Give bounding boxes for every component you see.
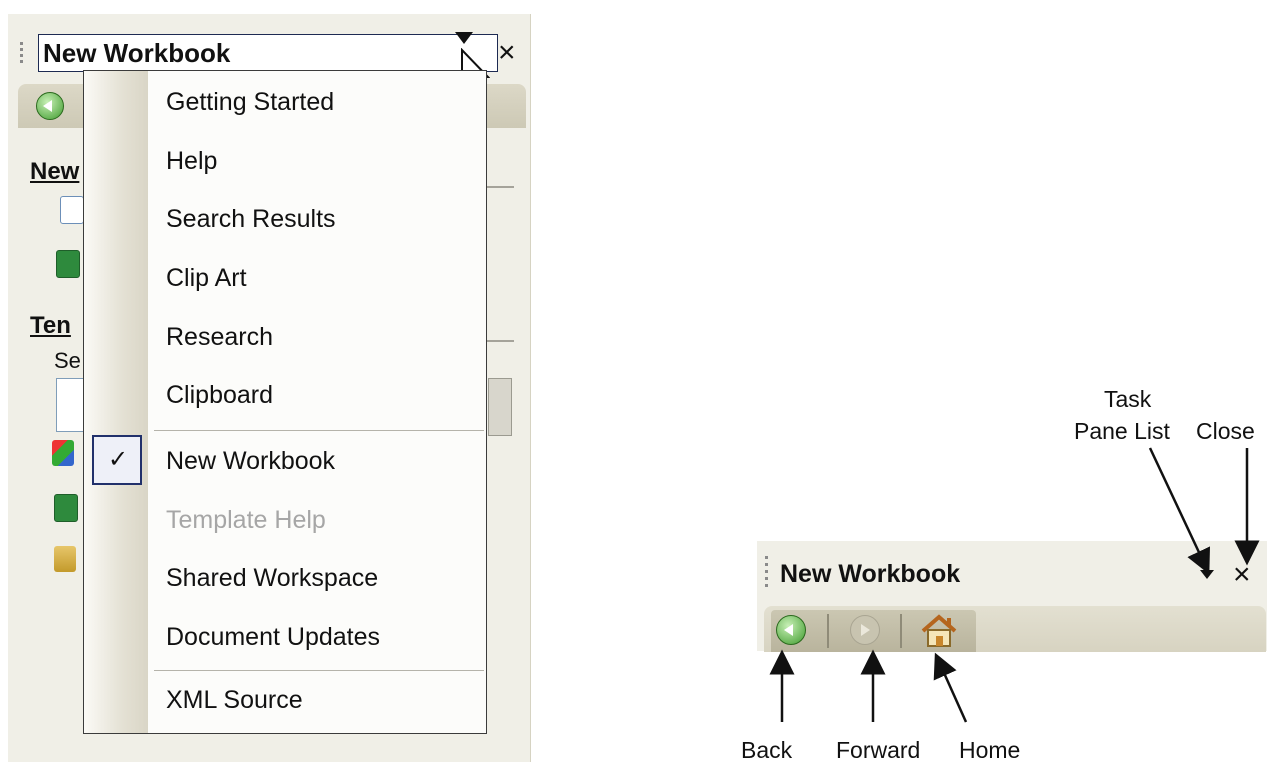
task-pane-list-arrow xyxy=(1148,447,1211,575)
home-arrow xyxy=(933,652,968,723)
annotation-arrows xyxy=(769,447,1260,723)
